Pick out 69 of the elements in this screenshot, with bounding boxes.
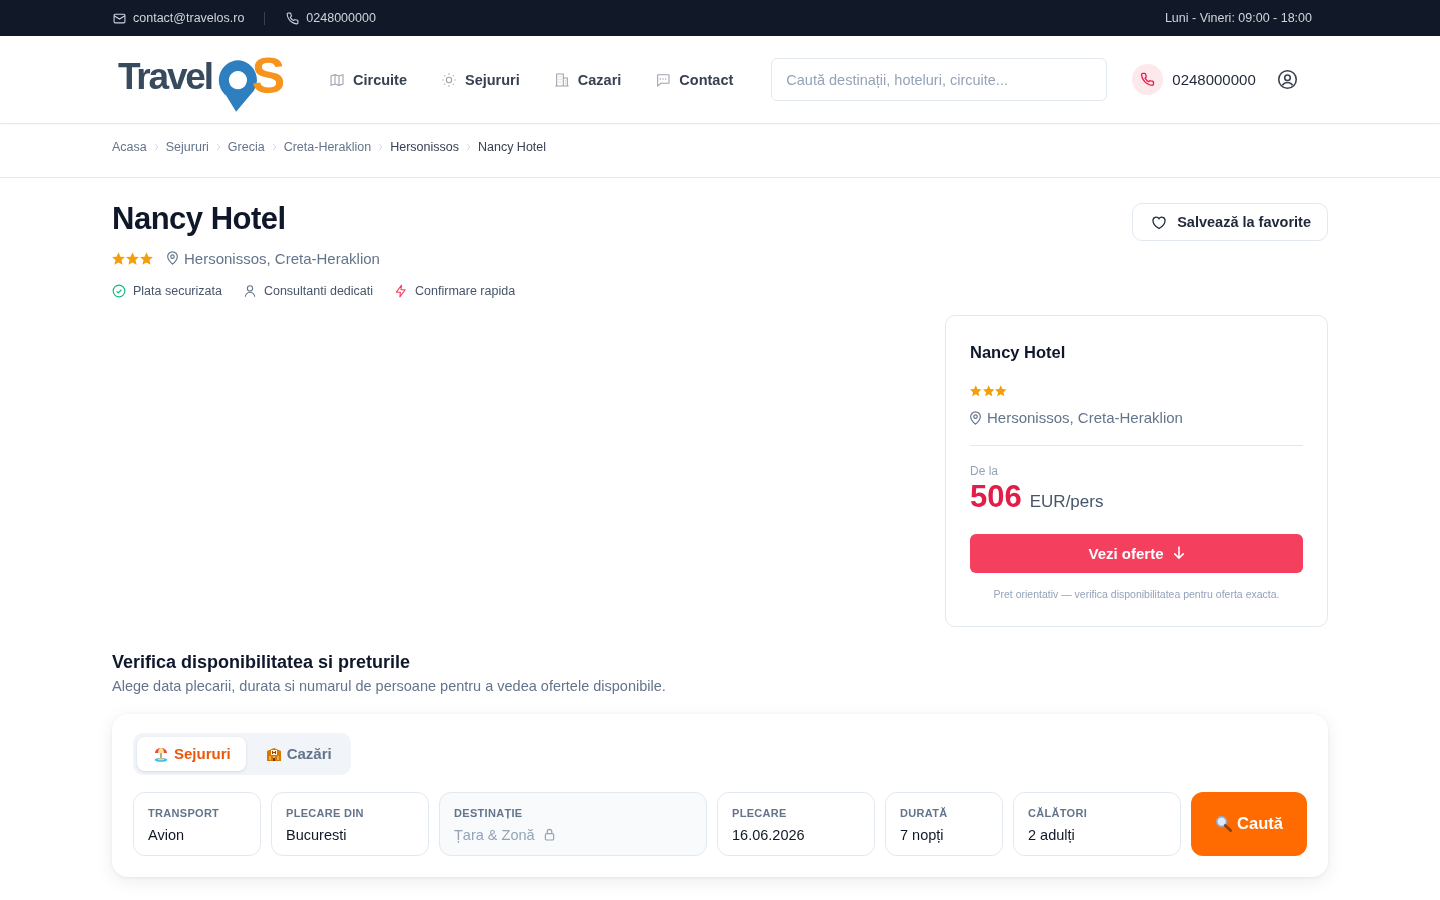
beach-umbrella-icon (153, 745, 169, 762)
select-field[interactable]: PLECARE DIN Bucuresti (271, 791, 429, 856)
breadcrumb-current: Nancy Hotel (477, 140, 547, 154)
breadcrumb-link[interactable]: Hersonissos (390, 140, 459, 154)
phone-link[interactable]: 0248000000 (306, 11, 376, 25)
hotel-title: Nancy Hotel (112, 200, 286, 238)
chevron-icon (215, 143, 221, 151)
star-icon (982, 385, 994, 397)
opening-hours: Luni - Vineri: 09:00 - 18:00 (1164, 11, 1312, 25)
hotel-location: Hersonissos, Creta-Heraklion (987, 409, 1183, 426)
price-value: 506 (970, 478, 1022, 515)
save-favorite-button[interactable]: Salvează la favorite (1132, 203, 1328, 241)
select-field[interactable]: PLECARE 16.06.2026 (717, 791, 875, 856)
star-icon (995, 385, 1007, 397)
phone-link[interactable]: 0248000000 (1172, 71, 1256, 88)
logo-text: S (251, 50, 285, 101)
breadcrumb-link[interactable]: Grecia (227, 140, 265, 154)
price-caption: De la (970, 463, 998, 478)
price-unit: EUR/pers (1029, 491, 1104, 512)
view-offers-button[interactable]: Vezi oferte (970, 533, 1303, 573)
breadcrumb-link[interactable]: Acasa (112, 140, 147, 154)
tab[interactable]: Cazări (249, 736, 347, 771)
magnifier-icon (1215, 815, 1233, 832)
select-field[interactable]: DURATĂ 7 nopți (885, 791, 1003, 856)
section-subtitle: Alege data plecarii, durata si numarul de persoane pentru a vedea ofertele disponibile. (112, 677, 666, 694)
arrow-down-icon (1172, 546, 1185, 560)
chat-icon (655, 71, 672, 88)
feature-text: Consultanti dedicati (263, 284, 374, 298)
user-icon (242, 284, 257, 298)
nav-link[interactable]: Contact (655, 71, 734, 88)
breadcrumb-link[interactable]: Sejururi (165, 140, 209, 154)
phone-icon (1132, 64, 1164, 95)
lightning-icon (394, 284, 409, 298)
map-pin-icon (167, 251, 178, 265)
check-circle-icon (112, 284, 126, 298)
heart-icon (1150, 213, 1169, 231)
card-title: Nancy Hotel (970, 342, 1066, 363)
section-title: Verifica disponibilitatea si preturile (112, 651, 411, 672)
chevron-icon (271, 143, 277, 151)
price-note: Pret orientativ — verifica disponibilitatea pentru oferta exacta. (993, 587, 1280, 600)
search-field[interactable]: Caută destinații, hoteluri, circuite... (771, 58, 1108, 101)
nav-link[interactable]: Circuite (329, 71, 407, 88)
map-icon (329, 71, 345, 88)
nav-link[interactable]: Sejururi (441, 71, 520, 88)
tab[interactable]: Sejururi (137, 736, 246, 771)
lock-icon (543, 828, 555, 841)
chevron-icon (153, 143, 159, 151)
chevron-icon (378, 143, 384, 151)
building-icon (553, 71, 570, 88)
sun-icon (441, 71, 457, 88)
phone-icon (286, 11, 300, 25)
email-link[interactable]: contact@travelos.ro (133, 11, 245, 25)
breadcrumb-link[interactable]: Creta-Heraklion (283, 140, 372, 154)
feature-text: Plata securizata (133, 284, 222, 298)
logo-text: Travel (118, 58, 212, 95)
star-icon (970, 385, 982, 397)
account-icon[interactable] (1276, 69, 1298, 90)
star-icon (126, 251, 139, 265)
hotel-location: Hersonissos, Creta-Heraklion (184, 249, 380, 267)
select-field[interactable]: TRANSPORT Avion (133, 791, 261, 856)
star-icon (140, 251, 153, 265)
nav-link[interactable]: Cazari (553, 71, 622, 88)
feature-text: Confirmare rapida (415, 284, 516, 298)
chevron-icon (465, 143, 471, 151)
hotel-icon (265, 745, 282, 762)
select-field[interactable]: CĂLĂTORI 2 adulți (1013, 791, 1181, 856)
star-icon (112, 251, 125, 265)
mail-icon (113, 11, 126, 25)
map-pin-icon (970, 410, 981, 425)
